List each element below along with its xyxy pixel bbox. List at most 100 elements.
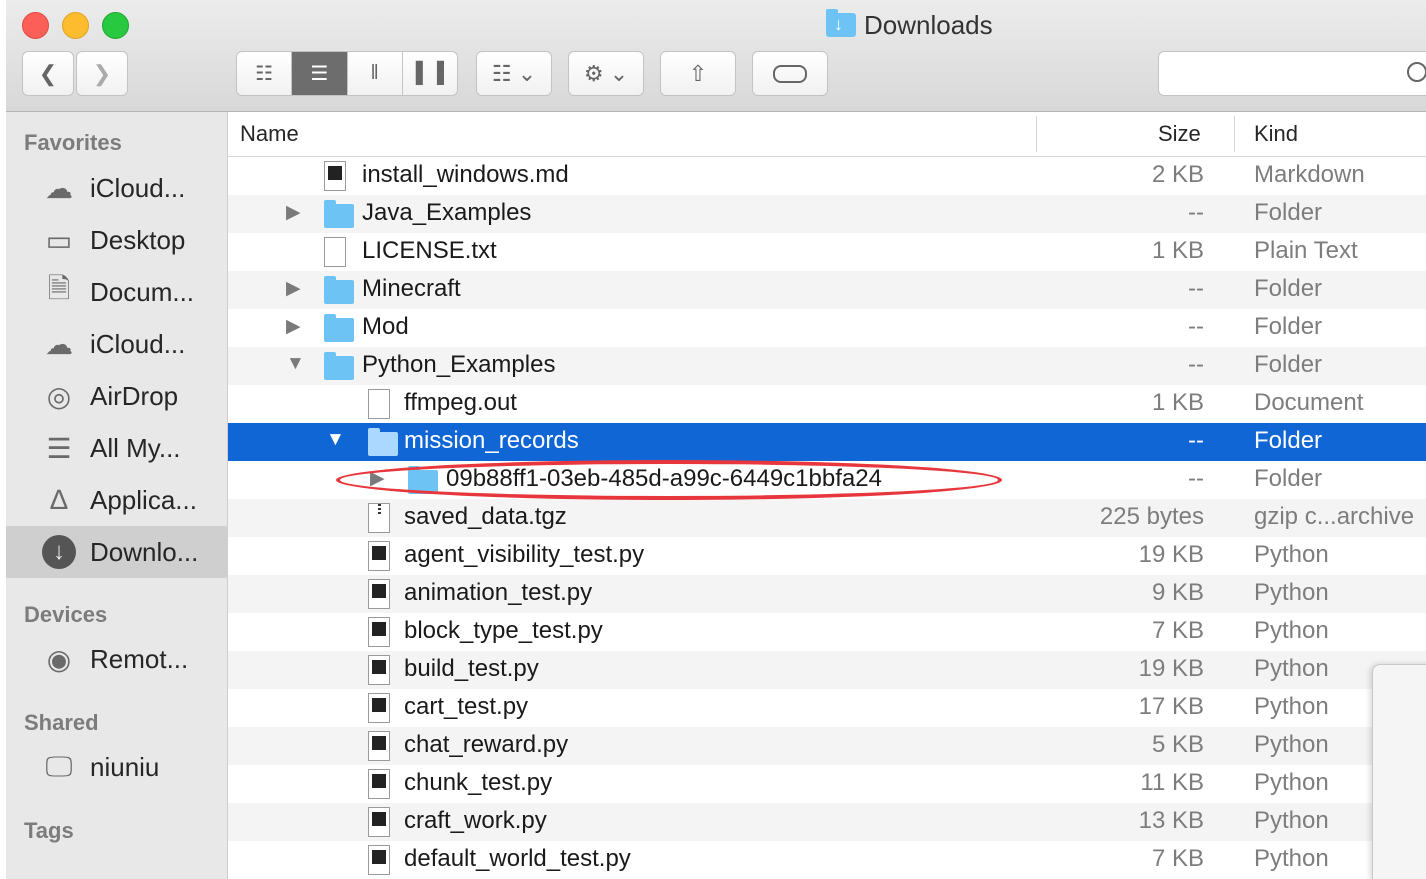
file-size: 19 KB bbox=[1138, 655, 1204, 682]
file-size: -- bbox=[1188, 199, 1204, 226]
sidebar-item-icloud-drive[interactable]: ☁ iCloud... bbox=[6, 162, 227, 214]
file-name: animation_test.py bbox=[404, 579, 593, 606]
file-kind: Python bbox=[1254, 769, 1329, 796]
table-row[interactable]: build_test.py 19 KB Python bbox=[228, 651, 1426, 689]
disclosure-collapsed-icon[interactable]: ▶ bbox=[286, 315, 301, 338]
file-kind: gzip c...archive bbox=[1254, 503, 1415, 530]
sidebar-item-niuniu[interactable]: 🖵 niuniu bbox=[6, 741, 227, 793]
disclosure-collapsed-icon[interactable]: ▶ bbox=[370, 467, 385, 490]
arrange-button[interactable]: ☷ ⌄ bbox=[476, 51, 552, 96]
sidebar-section-devices: Devices bbox=[24, 602, 108, 627]
forward-button[interactable]: ❯ bbox=[76, 51, 128, 96]
sidebar-item-all-my-files[interactable]: ☰ All My... bbox=[6, 422, 227, 474]
column-divider[interactable] bbox=[1234, 116, 1235, 152]
table-row[interactable]: block_type_test.py 7 KB Python bbox=[228, 613, 1426, 651]
sidebar-item-desktop[interactable]: ▭ Desktop bbox=[6, 214, 227, 266]
sidebar-section-shared: Shared bbox=[24, 710, 99, 735]
columns-icon: ‖ bbox=[370, 62, 379, 84]
file-kind: Folder bbox=[1254, 351, 1323, 378]
column-header: Name Size Kind bbox=[228, 112, 1426, 157]
file-name: Mod bbox=[362, 313, 409, 340]
folder-icon bbox=[368, 427, 398, 456]
arrange-grid-icon: ☷ ⌄ bbox=[491, 60, 537, 86]
icon-view-button[interactable]: ☷ bbox=[237, 52, 293, 95]
column-divider[interactable] bbox=[1036, 116, 1037, 152]
file-kind: Folder bbox=[1254, 313, 1323, 340]
file-size: 17 KB bbox=[1138, 693, 1204, 720]
file-kind: Folder bbox=[1254, 275, 1323, 302]
file-size: 7 KB bbox=[1151, 617, 1204, 644]
table-row[interactable]: ▶ Java_Examples -- Folder bbox=[228, 195, 1426, 233]
table-row[interactable]: ▶ Mod -- Folder bbox=[228, 309, 1426, 347]
file-kind: Python bbox=[1254, 807, 1329, 834]
table-row[interactable]: cart_test.py 17 KB Python bbox=[228, 689, 1426, 727]
file-size: 1 KB bbox=[1151, 237, 1204, 264]
sidebar-item-remote-disc[interactable]: ◉ Remot... bbox=[6, 633, 227, 685]
table-row[interactable]: chunk_test.py 11 KB Python bbox=[228, 765, 1426, 803]
cover-flow-icon: ▌▐ bbox=[415, 62, 445, 84]
file-kind: Folder bbox=[1254, 427, 1323, 454]
disc-icon: ◉ bbox=[46, 643, 72, 675]
list-view-button[interactable]: ☰ bbox=[292, 52, 348, 95]
table-row[interactable]: default_world_test.py 7 KB Python bbox=[228, 841, 1426, 879]
table-row[interactable]: saved_data.tgz 225 bytes gzip c...archive bbox=[228, 499, 1426, 537]
column-view-button[interactable]: ‖ bbox=[348, 52, 403, 95]
back-button[interactable]: ❮ bbox=[22, 51, 74, 96]
markdown-file-icon bbox=[324, 161, 346, 191]
python-file-icon bbox=[368, 731, 390, 761]
gear-icon: ⚙ ⌄ bbox=[583, 60, 629, 86]
file-name: cart_test.py bbox=[404, 693, 529, 720]
table-row[interactable]: ▶ Minecraft -- Folder bbox=[228, 271, 1426, 309]
folder-icon bbox=[408, 465, 438, 494]
table-row[interactable]: animation_test.py 9 KB Python bbox=[228, 575, 1426, 613]
table-row[interactable]: LICENSE.txt 1 KB Plain Text bbox=[228, 233, 1426, 271]
disclosure-collapsed-icon[interactable]: ▶ bbox=[286, 201, 301, 224]
column-name-header[interactable]: Name bbox=[240, 121, 299, 147]
file-kind: Python bbox=[1254, 845, 1329, 872]
sidebar-item-airdrop[interactable]: ◎ AirDrop bbox=[6, 370, 227, 422]
cover-flow-view-button[interactable]: ▌▐ bbox=[403, 52, 457, 95]
share-button[interactable]: ⇧ bbox=[660, 51, 736, 96]
tag-button[interactable] bbox=[752, 51, 828, 96]
file-size: 9 KB bbox=[1151, 579, 1204, 606]
action-button[interactable]: ⚙ ⌄ bbox=[568, 51, 644, 96]
file-kind: Document bbox=[1254, 389, 1364, 416]
python-file-icon bbox=[368, 541, 390, 571]
table-row[interactable]: ▼ Python_Examples -- Folder bbox=[228, 347, 1426, 385]
sidebar-item-documents[interactable]: 🗎 Docum... bbox=[6, 266, 227, 318]
table-row[interactable]: chat_reward.py 5 KB Python bbox=[228, 727, 1426, 765]
text-file-icon bbox=[324, 237, 346, 267]
file-name: ffmpeg.out bbox=[404, 389, 517, 416]
sidebar-item-label: All My... bbox=[90, 432, 181, 463]
table-row[interactable]: craft_work.py 13 KB Python bbox=[228, 803, 1426, 841]
column-kind-header[interactable]: Kind bbox=[1254, 121, 1298, 147]
sidebar-section-favorites: Favorites bbox=[24, 130, 122, 155]
minimize-window-button[interactable] bbox=[62, 12, 89, 39]
python-file-icon bbox=[368, 617, 390, 647]
close-window-button[interactable] bbox=[22, 12, 49, 39]
sidebar-item-downloads[interactable]: ↓ Downlo... bbox=[6, 526, 227, 578]
table-row[interactable]: agent_visibility_test.py 19 KB Python bbox=[228, 537, 1426, 575]
share-icon: ⇧ bbox=[688, 60, 708, 86]
disclosure-expanded-icon[interactable]: ▼ bbox=[326, 429, 345, 451]
list-icon: ☰ bbox=[310, 63, 329, 85]
file-name: chunk_test.py bbox=[404, 769, 553, 796]
table-row[interactable]: ▶ 09b88ff1-03eb-485d-a99c-6449c1bbfa24 -- F… bbox=[228, 461, 1426, 499]
table-row[interactable]: ffmpeg.out 1 KB Document bbox=[228, 385, 1426, 423]
partial-popover bbox=[1372, 664, 1426, 879]
sidebar-item-applications[interactable]: ∆ Applica... bbox=[6, 474, 227, 526]
computer-icon: 🖵 bbox=[45, 750, 73, 782]
column-size-header[interactable]: Size bbox=[1158, 121, 1201, 147]
file-kind: Python bbox=[1254, 693, 1329, 720]
table-row[interactable]: install_windows.md 2 KB Markdown bbox=[228, 157, 1426, 195]
table-row[interactable]: ▼ mission_records -- Folder bbox=[228, 423, 1426, 461]
sidebar-item-icloud[interactable]: ☁ iCloud... bbox=[6, 318, 227, 370]
file-name: saved_data.tgz bbox=[404, 503, 567, 530]
zoom-window-button[interactable] bbox=[102, 12, 129, 39]
disclosure-expanded-icon[interactable]: ▼ bbox=[286, 353, 305, 375]
desktop-icon: ▭ bbox=[45, 224, 73, 256]
disclosure-collapsed-icon[interactable]: ▶ bbox=[286, 277, 301, 300]
python-file-icon bbox=[368, 693, 390, 723]
documents-icon: 🗎 bbox=[47, 273, 71, 304]
search-field[interactable] bbox=[1158, 51, 1426, 96]
